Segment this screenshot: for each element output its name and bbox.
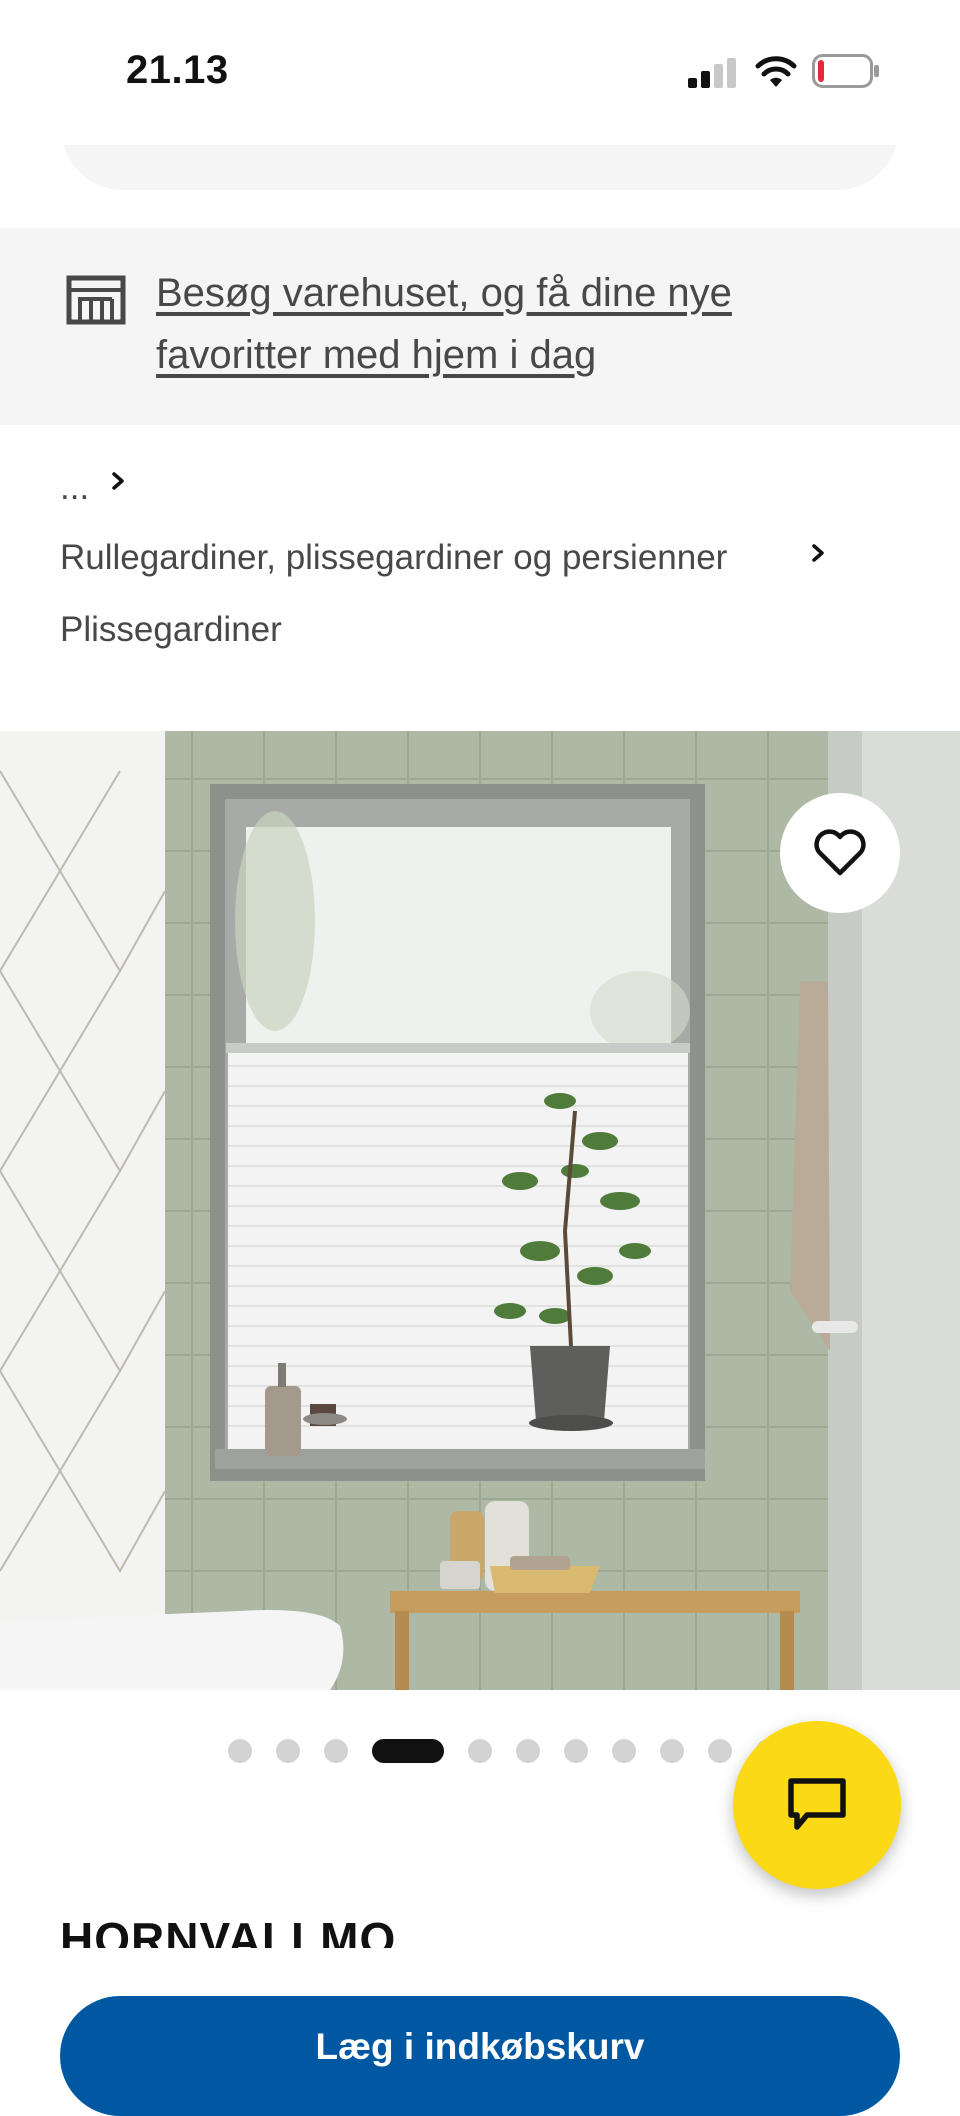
carousel-dot[interactable] <box>516 1739 540 1763</box>
carousel-dot[interactable] <box>468 1739 492 1763</box>
battery-low-icon <box>812 54 879 88</box>
carousel-dot[interactable] <box>708 1739 732 1763</box>
store-visit-link[interactable]: Besøg varehuset, og få dine nye favoritt… <box>156 262 856 386</box>
chat-button[interactable] <box>733 1721 901 1889</box>
add-to-cart-button[interactable]: Læg i indkøbskurv <box>60 1996 900 2116</box>
carousel-dot-active[interactable] <box>372 1739 444 1763</box>
add-to-cart-label: Læg i indkøbskurv <box>315 2026 645 2067</box>
carousel-dot[interactable] <box>276 1739 300 1763</box>
breadcrumb-current: Plissegardiner <box>60 610 282 649</box>
product-name-container: HORNVALLMO <box>0 1900 960 1948</box>
wifi-icon <box>755 56 797 87</box>
breadcrumb-item-category[interactable]: Rullegardiner, plissegardiner og persien… <box>60 538 727 578</box>
breadcrumb-ellipsis[interactable]: ... <box>60 468 89 508</box>
carousel-dot[interactable] <box>228 1739 252 1763</box>
carousel-dot[interactable] <box>324 1739 348 1763</box>
chevron-right-icon <box>812 544 824 562</box>
carousel-dot[interactable] <box>564 1739 588 1763</box>
carousel-dot[interactable] <box>660 1739 684 1763</box>
favorite-button[interactable] <box>780 793 900 913</box>
status-time: 21.13 <box>126 48 229 92</box>
chevron-right-icon <box>112 472 124 490</box>
carousel-dot[interactable] <box>612 1739 636 1763</box>
cellular-signal-icon <box>688 58 736 88</box>
store-icon <box>66 275 126 325</box>
chat-bubble-icon <box>788 1778 846 1830</box>
heart-icon <box>814 829 866 876</box>
product-name: HORNVALLMO <box>60 1913 397 1948</box>
